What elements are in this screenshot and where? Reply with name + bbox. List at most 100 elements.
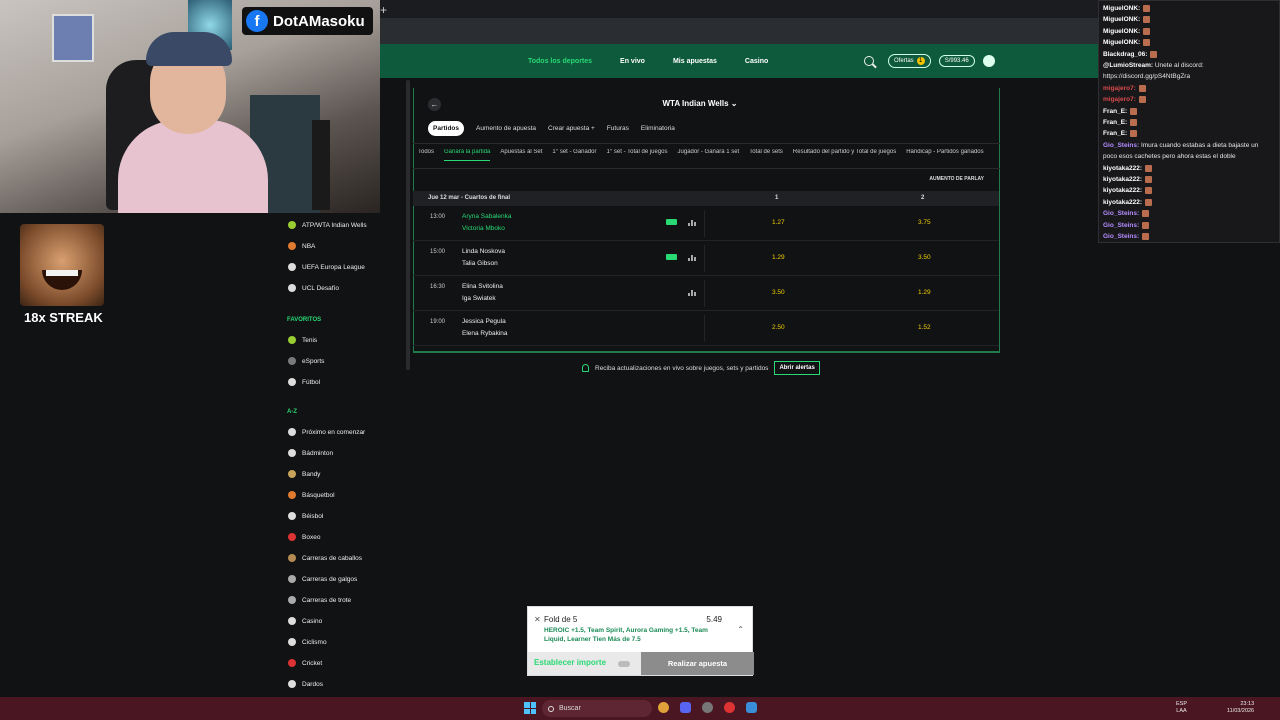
market-tab[interactable]: Todos: [418, 149, 434, 161]
market-tab[interactable]: Ganará la partida: [444, 149, 491, 161]
close-icon[interactable]: ✕: [534, 615, 541, 624]
player-1[interactable]: Jessica Pegula: [462, 318, 506, 325]
tab-4[interactable]: Eliminatoria: [641, 125, 675, 132]
player-2[interactable]: Victoria Mboko: [462, 225, 505, 232]
search-icon[interactable]: [864, 56, 874, 66]
sidebar-item[interactable]: eSports: [288, 357, 324, 365]
sidebar-item[interactable]: NBA: [288, 242, 315, 250]
nav-item[interactable]: Todos los deportes: [528, 58, 592, 65]
sidebar-item[interactable]: Carreras de caballos: [288, 554, 362, 562]
table-row[interactable]: 13:00 Aryna Sabalenka Victoria Mboko 1.27 3.…: [413, 206, 999, 241]
stats-icon[interactable]: [688, 253, 696, 261]
sidebar-item[interactable]: Fútbol: [288, 378, 320, 386]
chat-message: MiguelONK:: [1103, 5, 1279, 12]
taskbar-search[interactable]: Buscar: [542, 700, 652, 717]
language-indicator[interactable]: ESP LAA: [1176, 701, 1187, 715]
stats-icon[interactable]: [688, 218, 696, 226]
chat-message: kiyotaka222:: [1103, 176, 1279, 183]
sidebar-item[interactable]: Béisbol: [288, 512, 323, 520]
nav-item[interactable]: Mis apuestas: [673, 58, 717, 65]
sidebar-item-label: Carreras de trote: [302, 596, 352, 604]
place-bet-button[interactable]: Realizar apuesta: [641, 652, 754, 675]
back-arrow-icon[interactable]: ←: [428, 98, 441, 111]
user-icon[interactable]: [982, 55, 995, 67]
table-row[interactable]: 19:00 Jessica Pegula Elena Rybakina 2.50 1.5…: [413, 311, 999, 346]
sidebar-item[interactable]: Carreras de galgos: [288, 575, 357, 583]
player-2[interactable]: Talia Gibson: [462, 260, 498, 267]
sidebar-item[interactable]: Ciclismo: [288, 638, 327, 646]
sport-icon: [288, 659, 296, 667]
chrome-icon[interactable]: [658, 702, 669, 713]
chevron-up-icon[interactable]: ⌃: [737, 625, 744, 634]
market-tab[interactable]: Apuestas al Set: [500, 149, 542, 161]
tab-0[interactable]: Partidos: [428, 121, 465, 136]
odds-player-1[interactable]: 1.27: [772, 219, 785, 226]
sidebar-item[interactable]: ATP/WTA Indian Wells: [288, 221, 367, 229]
tab-3[interactable]: Futuras: [607, 125, 629, 132]
sidebar-item-label: Boxeo: [302, 533, 321, 541]
app-icon[interactable]: [724, 702, 735, 713]
app-icon[interactable]: [702, 702, 713, 713]
player-2[interactable]: Iga Swiatek: [462, 295, 496, 302]
table-row[interactable]: 16:30 Elina Svitolina Iga Swiatek 3.50 1.29: [413, 276, 999, 311]
sidebar-item[interactable]: UEFA Europa League: [288, 263, 365, 271]
sport-icon: [288, 680, 296, 688]
odds-player-1[interactable]: 1.29: [772, 254, 785, 261]
sidebar-item[interactable]: Básquetbol: [288, 491, 335, 499]
market-tab[interactable]: 1° set - Ganador: [552, 149, 596, 161]
player-1[interactable]: Aryna Sabalenka: [462, 213, 512, 220]
sidebar-item[interactable]: Boxeo: [288, 533, 320, 541]
stake-toggle[interactable]: [618, 661, 630, 667]
odds-player-1[interactable]: 2.50: [772, 324, 785, 331]
sidebar-item[interactable]: Bádminton: [288, 449, 333, 457]
market-tab[interactable]: Jugador - Ganará 1 set: [678, 149, 740, 161]
sidebar-item[interactable]: Dardos: [288, 680, 323, 688]
sidebar-item[interactable]: Próximo en comenzar: [288, 428, 365, 436]
file-explorer-icon[interactable]: [746, 702, 757, 713]
tab-1[interactable]: Aumento de apuesta: [476, 125, 536, 132]
nav-item[interactable]: Casino: [745, 58, 768, 65]
player-1[interactable]: Linda Noskova: [462, 248, 505, 255]
market-tab[interactable]: 1° set - Total de juegos: [607, 149, 668, 161]
open-alerts-button[interactable]: Abrir alertas: [774, 361, 820, 375]
chat-emote-icon: [1144, 164, 1152, 172]
tab-2[interactable]: Crear apuesta +: [548, 125, 595, 132]
windows-start-icon[interactable]: [524, 702, 536, 714]
sidebar-item-label: ATP/WTA Indian Wells: [302, 221, 367, 229]
player-1[interactable]: Elina Svitolina: [462, 283, 503, 290]
balance-button[interactable]: S/993.46: [938, 55, 975, 67]
odds-player-2[interactable]: 1.52: [918, 324, 931, 331]
sidebar-item[interactable]: UCL Desafío: [288, 284, 339, 292]
player-2[interactable]: Elena Rybakina: [462, 330, 508, 337]
chat-username: kiyotaka222:: [1103, 199, 1143, 207]
odds-player-2[interactable]: 3.50: [918, 254, 931, 261]
table-row[interactable]: 15:00 Linda Noskova Talia Gibson 1.29 3.50: [413, 241, 999, 276]
wall-poster: [52, 14, 94, 62]
discord-icon[interactable]: [680, 702, 691, 713]
set-stake-link[interactable]: Establecer importe: [534, 658, 606, 667]
event-title[interactable]: WTA Indian Wells ⌄: [620, 99, 780, 108]
system-clock[interactable]: 23:13 11/03/2026: [1227, 701, 1254, 715]
nav-item[interactable]: En vivo: [620, 58, 645, 65]
ofertas-button[interactable]: Ofertas 1: [888, 54, 931, 68]
chat-message: Gio_Steins:: [1103, 210, 1279, 217]
market-tab[interactable]: Hándicap - Partidos ganados: [906, 149, 983, 161]
chat-message: MiguelONK:: [1103, 39, 1279, 46]
odds-player-2[interactable]: 3.75: [918, 219, 931, 226]
sidebar-item[interactable]: Casino: [288, 617, 322, 625]
sidebar-item[interactable]: Tenis: [288, 336, 317, 344]
sidebar-item[interactable]: Carreras de trote: [288, 596, 351, 604]
stats-icon[interactable]: [688, 288, 696, 296]
sidebar-item[interactable]: Bandy: [288, 470, 320, 478]
sidebar-item[interactable]: Cricket: [288, 659, 322, 667]
sidebar-scrollbar[interactable]: [406, 80, 410, 370]
market-tab[interactable]: Total de sets: [749, 149, 783, 161]
sport-icon: [288, 378, 296, 386]
market-tab[interactable]: Resultado del partido y Total de juegos: [793, 149, 896, 161]
chat-username: MiguelONK:: [1103, 16, 1141, 24]
sidebar-item-label: Casino: [302, 617, 323, 625]
chat-emote-icon: [1143, 27, 1151, 35]
new-tab-icon[interactable]: +: [380, 3, 387, 17]
odds-player-2[interactable]: 1.29: [918, 289, 931, 296]
odds-player-1[interactable]: 3.50: [772, 289, 785, 296]
